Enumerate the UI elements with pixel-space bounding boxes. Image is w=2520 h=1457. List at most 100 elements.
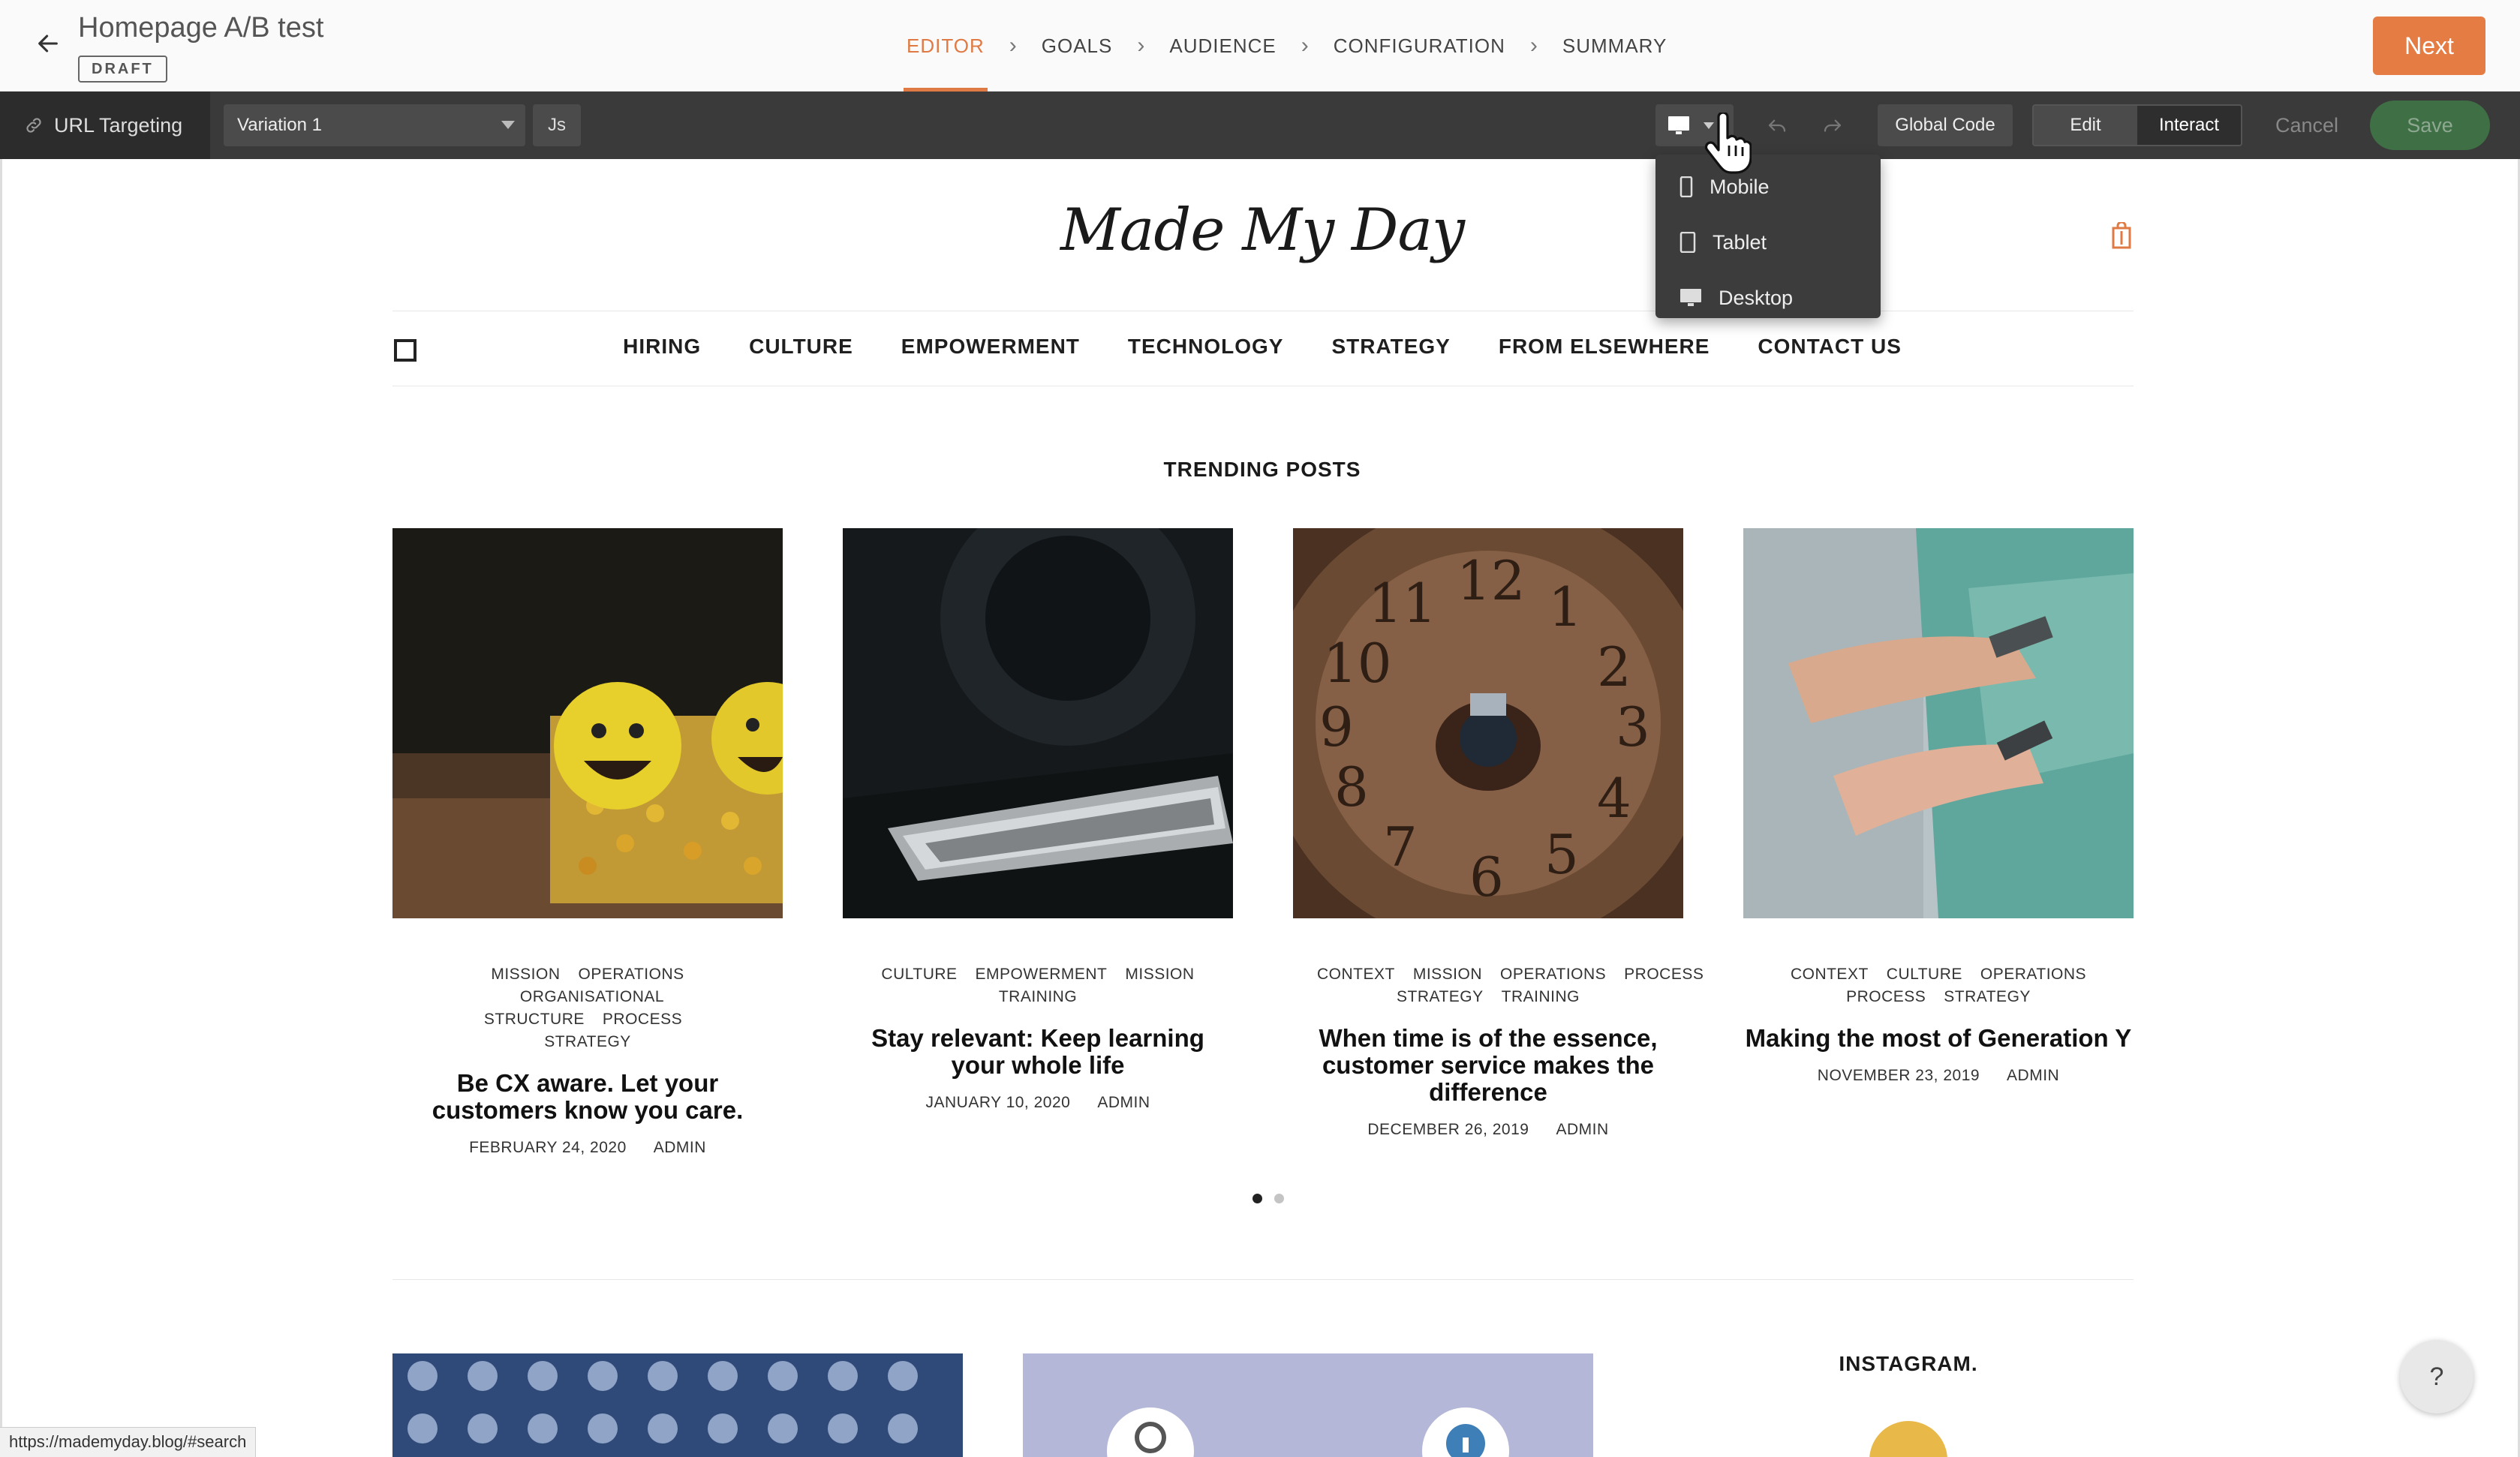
tag-link[interactable]: PROCESS — [1624, 966, 1704, 983]
post-card: MISSION OPERATIONS ORGANISATIONAL STRUCTU… — [392, 528, 783, 1157]
post-author[interactable]: ADMIN — [2007, 1067, 2059, 1084]
tag-link[interactable]: MISSION — [1413, 966, 1482, 983]
post-author[interactable]: ADMIN — [654, 1139, 706, 1156]
nav-link-strategy[interactable]: STRATEGY — [1331, 335, 1450, 359]
tag-link[interactable]: OPERATIONS — [1500, 966, 1606, 983]
step-audience[interactable]: AUDIENCE — [1169, 0, 1276, 92]
variation-select[interactable]: Variation 1 — [224, 104, 525, 146]
site-navigation: HIRING CULTURE EMPOWERMENT TECHNOLOGY ST… — [2, 324, 2518, 369]
chevron-right-icon: › — [1529, 33, 1538, 58]
tag-link[interactable]: PROCESS — [1846, 988, 1926, 1005]
carousel-dot[interactable] — [1274, 1194, 1284, 1203]
site-preview: Made My Day HIRING CULTURE EMPOWERMENT T… — [0, 159, 2520, 1457]
desktop-icon — [1668, 116, 1689, 134]
tag-link[interactable]: TRAINING — [999, 988, 1077, 1005]
nav-link-empowerment[interactable]: EMPOWERMENT — [901, 335, 1080, 359]
post-date: NOVEMBER 23, 2019 — [1817, 1067, 1980, 1084]
device-option-mobile[interactable]: Mobile — [1655, 159, 1881, 215]
caret-down-icon — [501, 121, 515, 129]
nav-link-hiring[interactable]: HIRING — [623, 335, 701, 359]
post-image-playing-cards[interactable] — [843, 528, 1233, 918]
undo-button[interactable] — [1753, 104, 1801, 146]
post-meta: JANUARY 10, 2020 ADMIN — [843, 1094, 1233, 1112]
post-image-clock[interactable]: 12 1 2 3 4 5 6 7 8 9 10 11 — [1293, 528, 1683, 918]
tag-link[interactable]: CULTURE — [881, 966, 957, 983]
redo-icon — [1824, 119, 1842, 132]
instagram-avatar[interactable] — [1869, 1421, 1947, 1457]
svg-text:12: 12 — [1457, 549, 1526, 612]
post-author[interactable]: ADMIN — [1097, 1094, 1150, 1111]
post-title[interactable]: Making the most of Generation Y — [1743, 1025, 2134, 1052]
post-meta: NOVEMBER 23, 2019 ADMIN — [1743, 1067, 2134, 1085]
wizard-steps: EDITOR › GOALS › AUDIENCE › CONFIGURATIO… — [904, 0, 1667, 92]
device-option-label: Mobile — [1710, 175, 1770, 198]
help-button[interactable]: ? — [2400, 1340, 2473, 1413]
step-editor[interactable]: EDITOR — [904, 0, 988, 92]
svg-text:8: 8 — [1334, 756, 1369, 819]
tag-link[interactable]: OPERATIONS — [579, 966, 684, 983]
device-dropdown-menu: Mobile Tablet Desktop — [1655, 155, 1881, 318]
post-image-faces-grid[interactable] — [392, 1353, 963, 1457]
post-author[interactable]: ADMIN — [1556, 1121, 1608, 1138]
svg-text:10: 10 — [1323, 632, 1392, 695]
post-image-illustration[interactable] — [1023, 1353, 1593, 1457]
svg-text:7: 7 — [1383, 816, 1418, 879]
svg-text:6: 6 — [1469, 846, 1504, 909]
step-summary[interactable]: SUMMARY — [1562, 0, 1667, 92]
tag-link[interactable]: CULTURE — [1887, 966, 1962, 983]
back-button[interactable] — [27, 23, 69, 65]
hand-pointer-cursor-icon — [1704, 113, 1752, 174]
save-button[interactable]: Save — [2370, 101, 2490, 150]
post-tags: MISSION OPERATIONS ORGANISATIONAL STRUCTU… — [392, 963, 783, 1053]
post-tags: CONTEXT MISSION OPERATIONS PROCESS STRATEGY… — [1293, 963, 1704, 1008]
status-badge: DRAFT — [78, 56, 167, 83]
undo-icon — [1768, 119, 1786, 132]
url-targeting-button[interactable]: URL Targeting — [0, 92, 210, 159]
post-title[interactable]: When time is of the essence, customer se… — [1293, 1025, 1683, 1106]
divider — [392, 1279, 2134, 1280]
js-button[interactable]: Js — [533, 104, 581, 146]
global-code-button[interactable]: Global Code — [1878, 104, 2013, 146]
edit-mode-button[interactable]: Edit — [2034, 106, 2137, 145]
shopping-bag-icon[interactable] — [2111, 222, 2132, 249]
svg-text:1: 1 — [1548, 575, 1583, 638]
tag-link[interactable]: TRAINING — [1502, 988, 1580, 1005]
redo-button[interactable] — [1809, 104, 1857, 146]
interact-mode-button[interactable]: Interact — [2137, 106, 2241, 145]
post-date: JANUARY 10, 2020 — [925, 1094, 1071, 1111]
tag-link[interactable]: EMPOWERMENT — [976, 966, 1108, 983]
tag-link[interactable]: MISSION — [1125, 966, 1194, 983]
next-button[interactable]: Next — [2373, 17, 2485, 75]
tag-link[interactable]: CONTEXT — [1317, 966, 1395, 983]
step-configuration[interactable]: CONFIGURATION — [1334, 0, 1505, 92]
tablet-icon — [1679, 232, 1696, 253]
test-title: Homepage A/B test — [78, 12, 324, 44]
device-option-desktop[interactable]: Desktop — [1655, 270, 1881, 326]
tag-link[interactable]: STRATEGY — [544, 1033, 631, 1050]
post-title[interactable]: Stay relevant: Keep learning your whole … — [843, 1025, 1233, 1079]
tag-link[interactable]: STRATEGY — [1397, 988, 1484, 1005]
device-option-label: Desktop — [1719, 286, 1794, 309]
site-logo[interactable]: Made My Day — [2, 197, 2518, 264]
step-goals[interactable]: GOALS — [1042, 0, 1113, 92]
tag-link[interactable]: MISSION — [491, 966, 560, 983]
url-targeting-label: URL Targeting — [54, 113, 183, 137]
post-card: CULTURE EMPOWERMENT MISSION TRAINING Stay … — [843, 528, 1233, 1112]
tag-link[interactable]: PROCESS — [603, 1011, 682, 1028]
tag-link[interactable]: STRATEGY — [1944, 988, 2031, 1005]
svg-text:5: 5 — [1544, 823, 1579, 886]
post-image-phones[interactable] — [1743, 528, 2134, 918]
nav-link-technology[interactable]: TECHNOLOGY — [1128, 335, 1284, 359]
device-option-tablet[interactable]: Tablet — [1655, 215, 1881, 270]
nav-link-contact-us[interactable]: CONTACT US — [1758, 335, 1901, 359]
tag-link[interactable]: CONTEXT — [1791, 966, 1869, 983]
post-date: FEBRUARY 24, 2020 — [469, 1139, 627, 1156]
cancel-button[interactable]: Cancel — [2269, 104, 2344, 146]
svg-text:11: 11 — [1368, 572, 1437, 635]
carousel-dot[interactable] — [1252, 1194, 1262, 1203]
tag-link[interactable]: OPERATIONS — [1980, 966, 2086, 983]
post-title[interactable]: Be CX aware. Let your customers know you… — [392, 1070, 783, 1124]
nav-link-from-elsewhere[interactable]: FROM ELSEWHERE — [1499, 335, 1710, 359]
post-image-smiley-toys[interactable] — [392, 528, 783, 918]
nav-link-culture[interactable]: CULTURE — [749, 335, 853, 359]
